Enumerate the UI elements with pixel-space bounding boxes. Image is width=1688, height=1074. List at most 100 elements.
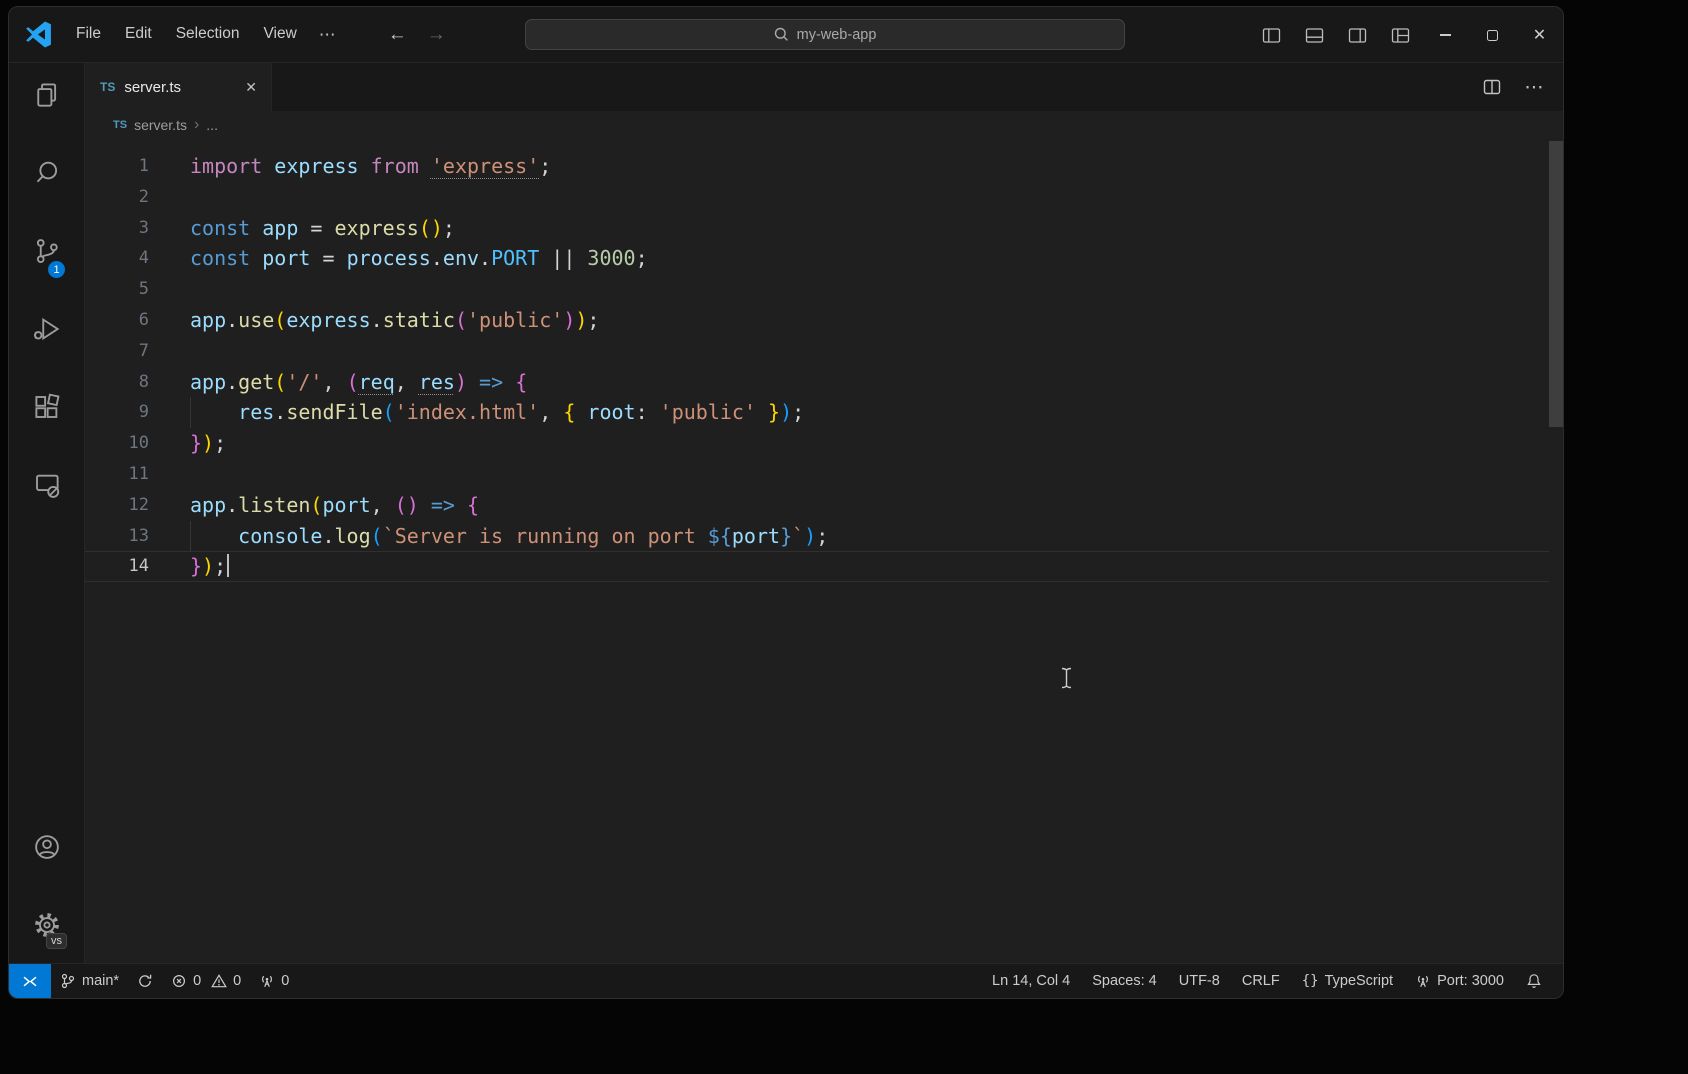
- code-text: const port = process.env.PORT || 3000;: [190, 243, 648, 274]
- code-line[interactable]: 3const app = express();: [85, 213, 1549, 244]
- code-token: }: [190, 554, 202, 578]
- source-control-badge: 1: [48, 261, 65, 278]
- code-line[interactable]: 9 res.sendFile('index.html', { root: 'pu…: [85, 397, 1549, 428]
- code-line[interactable]: 12app.listen(port, () => {: [85, 490, 1549, 521]
- remote-indicator[interactable]: [9, 964, 51, 998]
- extensions-icon[interactable]: [9, 375, 84, 439]
- code-line[interactable]: 4const port = process.env.PORT || 3000;: [85, 243, 1549, 274]
- code-token: {: [563, 400, 587, 424]
- account-icon[interactable]: [9, 815, 84, 879]
- code-token: `Server is running on port: [383, 524, 708, 548]
- code-token: [190, 400, 238, 424]
- titlebar: File Edit Selection View ⋯ ← → my-web-ap…: [9, 7, 1563, 63]
- encoding[interactable]: UTF-8: [1168, 964, 1231, 998]
- notifications-bell[interactable]: [1515, 964, 1553, 998]
- cursor-position[interactable]: Ln 14, Col 4: [981, 964, 1081, 998]
- editor-actions: ⋯: [1477, 63, 1563, 111]
- split-editor-icon[interactable]: [1477, 72, 1507, 102]
- menu-selection[interactable]: Selection: [164, 20, 252, 50]
- sync-changes-button[interactable]: [128, 964, 162, 998]
- warning-icon: [211, 973, 227, 989]
- sync-icon: [137, 973, 153, 989]
- menu-view[interactable]: View: [251, 20, 308, 50]
- code-line[interactable]: 7: [85, 336, 1549, 367]
- minimize-icon: [1440, 34, 1451, 35]
- code-token: ;: [214, 431, 226, 455]
- run-debug-icon[interactable]: [9, 297, 84, 361]
- code-token: app: [190, 493, 226, 517]
- code-line[interactable]: 10});: [85, 428, 1549, 459]
- code-line[interactable]: 5: [85, 274, 1549, 305]
- code-token: port: [262, 246, 310, 270]
- indentation[interactable]: Spaces: 4: [1081, 964, 1168, 998]
- code-token: app: [262, 216, 298, 240]
- indent-guide: [190, 397, 191, 428]
- back-icon[interactable]: ←: [388, 24, 407, 46]
- line-number: 3: [85, 213, 149, 244]
- scrollbar-thumb[interactable]: [1549, 141, 1563, 427]
- eol-sequence[interactable]: CRLF: [1231, 964, 1291, 998]
- code-line[interactable]: 13 console.log(`Server is running on por…: [85, 521, 1549, 552]
- code-token: const: [190, 246, 250, 270]
- code-line[interactable]: 1import express from 'express';: [85, 151, 1549, 182]
- code-token: [250, 216, 262, 240]
- git-branch-icon: [60, 973, 76, 989]
- customize-layout-icon[interactable]: [1379, 7, 1422, 63]
- source-control-icon[interactable]: 1: [9, 219, 84, 283]
- code-text: console.log(`Server is running on port $…: [190, 521, 828, 552]
- activity-bar-top: 1: [9, 63, 84, 517]
- maximize-button[interactable]: [1469, 7, 1516, 63]
- code-token: (: [347, 370, 359, 394]
- braces-icon: {}: [1302, 973, 1319, 989]
- forwarded-ports-count: 0: [281, 973, 289, 989]
- line-number: 2: [85, 182, 149, 213]
- toggle-sidebar-left-icon[interactable]: [1250, 7, 1293, 63]
- code-token: res: [419, 370, 455, 394]
- menu-overflow-icon[interactable]: ⋯: [309, 20, 346, 50]
- editor[interactable]: 1import express from 'express';23const a…: [85, 139, 1563, 963]
- more-actions-icon[interactable]: ⋯: [1519, 72, 1549, 102]
- port-indicator[interactable]: Port: 3000: [1404, 964, 1515, 998]
- code-line[interactable]: 2: [85, 182, 1549, 213]
- breadcrumb-symbol-more[interactable]: ...: [206, 117, 218, 133]
- code-token: static: [383, 308, 455, 332]
- forwarded-ports-indicator[interactable]: 0: [250, 964, 298, 998]
- language-mode[interactable]: {} TypeScript: [1291, 964, 1404, 998]
- command-center[interactable]: my-web-app: [525, 19, 1125, 50]
- menu-edit[interactable]: Edit: [113, 20, 164, 50]
- code-line[interactable]: 6app.use(express.static('public'));: [85, 305, 1549, 336]
- tab-server-ts[interactable]: TS server.ts ✕: [85, 63, 272, 111]
- toggle-sidebar-right-icon[interactable]: [1336, 7, 1379, 63]
- tab-close-icon[interactable]: ✕: [241, 78, 261, 97]
- status-bar-right: Ln 14, Col 4 Spaces: 4 UTF-8 CRLF {} Typ…: [981, 964, 1563, 998]
- toggle-panel-icon[interactable]: [1293, 7, 1336, 63]
- explorer-icon[interactable]: [9, 63, 84, 127]
- code-token: }: [190, 431, 202, 455]
- search-view-icon[interactable]: [9, 141, 84, 205]
- remote-explorer-icon[interactable]: [9, 453, 84, 517]
- code-text: });: [190, 551, 229, 582]
- code-token: (): [395, 493, 419, 517]
- menu-file[interactable]: File: [64, 20, 113, 50]
- forward-icon[interactable]: →: [427, 24, 446, 46]
- status-bar: main* 0: [9, 963, 1563, 998]
- maximize-icon: [1487, 30, 1498, 41]
- minimize-button[interactable]: [1422, 7, 1469, 63]
- settings-gear-icon[interactable]: vs: [9, 893, 84, 957]
- code-token: ;: [636, 246, 648, 270]
- line-number: 9: [85, 397, 149, 428]
- code-token: ;: [587, 308, 599, 332]
- warning-count: 0: [233, 973, 241, 989]
- text-caret: [227, 554, 229, 577]
- code-token: :: [636, 400, 660, 424]
- code-line[interactable]: 14});: [85, 551, 1549, 582]
- activity-bar-bottom: vs: [9, 815, 84, 957]
- breadcrumb-file[interactable]: server.ts: [134, 117, 187, 133]
- code-line[interactable]: 11: [85, 459, 1549, 490]
- code-line[interactable]: 8app.get('/', (req, res) => {: [85, 367, 1549, 398]
- branch-indicator[interactable]: main*: [51, 964, 128, 998]
- code-token: ): [455, 370, 467, 394]
- problems-indicator[interactable]: 0 0: [162, 964, 250, 998]
- close-button[interactable]: ✕: [1516, 7, 1563, 63]
- code-token: (): [419, 216, 443, 240]
